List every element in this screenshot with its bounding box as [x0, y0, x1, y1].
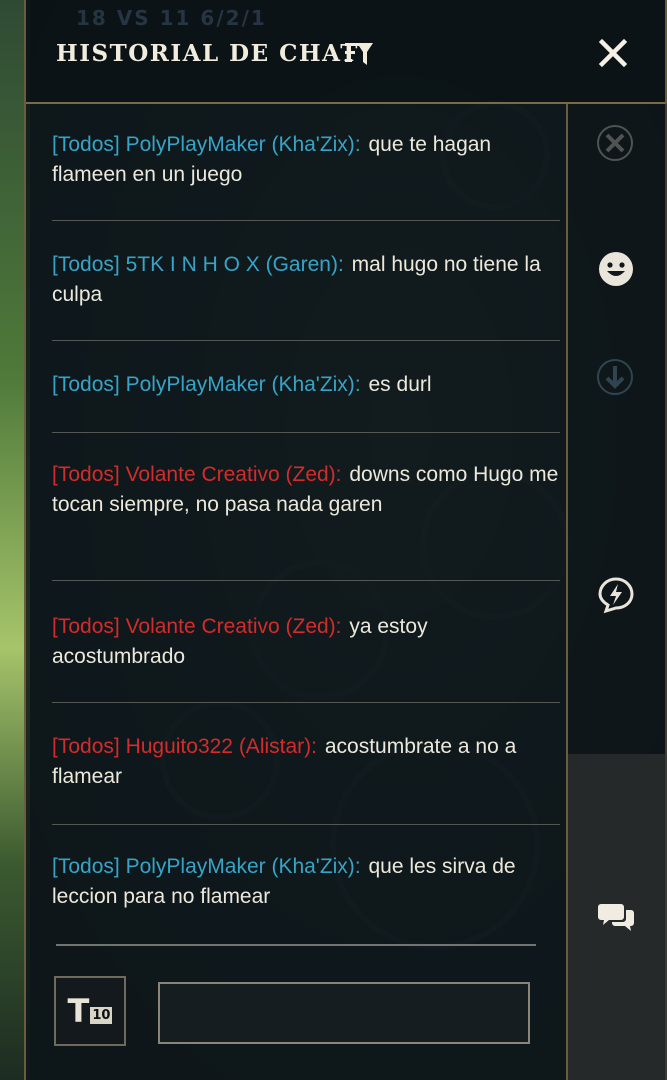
message-colon: : [337, 253, 344, 276]
message-channel-tag: [Todos] [52, 133, 120, 156]
message-sender: PolyPlayMaker (Kha'Zix) [125, 133, 355, 156]
emoji-icon[interactable] [597, 250, 635, 288]
message-channel-tag: [Todos] [52, 615, 120, 638]
chat-message: [Todos] PolyPlayMaker (Kha'Zix): que les… [52, 852, 560, 912]
message-channel-tag: [Todos] [52, 463, 120, 486]
chat-message-list[interactable]: [Todos] PolyPlayMaker (Kha'Zix): que te … [52, 108, 560, 948]
chat-sidebar [566, 104, 667, 1080]
chat-input[interactable] [158, 982, 530, 1044]
filter-icon[interactable] [344, 40, 374, 68]
message-sender: 5TK I N H O X (Garen) [125, 253, 338, 276]
input-divider [56, 944, 536, 946]
message-divider [52, 340, 560, 341]
message-colon: : [335, 463, 342, 486]
message-channel-tag: [Todos] [52, 373, 120, 396]
message-divider [52, 702, 560, 703]
close-icon[interactable] [598, 38, 628, 68]
message-divider [52, 432, 560, 433]
message-sender: PolyPlayMaker (Kha'Zix) [125, 373, 355, 396]
message-colon: : [354, 133, 361, 156]
page-title: HISTORIAL DE CHAT [56, 40, 359, 67]
message-sender: Huguito322 (Alistar) [125, 735, 312, 758]
message-sender: Volante Creativo (Zed) [125, 615, 336, 638]
message-colon: : [354, 855, 361, 878]
background-scoreboard: 18 VS 11 6/2/1 [76, 6, 267, 30]
ping-lightning-icon[interactable] [597, 576, 635, 614]
team-toggle-number: 10 [90, 1006, 113, 1024]
chat-message: [Todos] PolyPlayMaker (Kha'Zix): es durl [52, 370, 560, 400]
message-divider [52, 220, 560, 221]
chat-message: [Todos] 5TK I N H O X (Garen): mal hugo … [52, 250, 560, 310]
chat-history-header: 18 VS 11 6/2/1 HISTORIAL DE CHAT [26, 0, 665, 104]
message-channel-tag: [Todos] [52, 735, 120, 758]
message-sender: PolyPlayMaker (Kha'Zix) [125, 855, 355, 878]
chat-message: [Todos] Volante Creativo (Zed): downs co… [52, 460, 560, 520]
message-divider [52, 824, 560, 825]
message-colon: : [354, 373, 361, 396]
message-colon: : [311, 735, 317, 758]
message-channel-tag: [Todos] [52, 253, 120, 276]
chat-history-panel: 18 VS 11 6/2/1 HISTORIAL DE CHAT [Todos]… [24, 0, 667, 1080]
message-channel-tag: [Todos] [52, 855, 120, 878]
message-text: es durl [368, 373, 432, 396]
team-chat-toggle-button[interactable]: T 10 [54, 976, 126, 1046]
message-sender: Volante Creativo (Zed) [125, 463, 336, 486]
chat-message: [Todos] Volante Creativo (Zed): ya estoy… [52, 612, 560, 672]
close-ping-icon[interactable] [596, 124, 634, 162]
team-toggle-letter: T [67, 992, 90, 1030]
chat-message: [Todos] PolyPlayMaker (Kha'Zix): que te … [52, 130, 560, 190]
arrow-down-icon[interactable] [596, 358, 634, 396]
chat-bubbles-icon[interactable] [597, 898, 635, 936]
chat-message: [Todos] Huguito322 (Alistar): acostumbra… [52, 732, 560, 792]
message-divider [52, 580, 560, 581]
message-colon: : [335, 615, 342, 638]
